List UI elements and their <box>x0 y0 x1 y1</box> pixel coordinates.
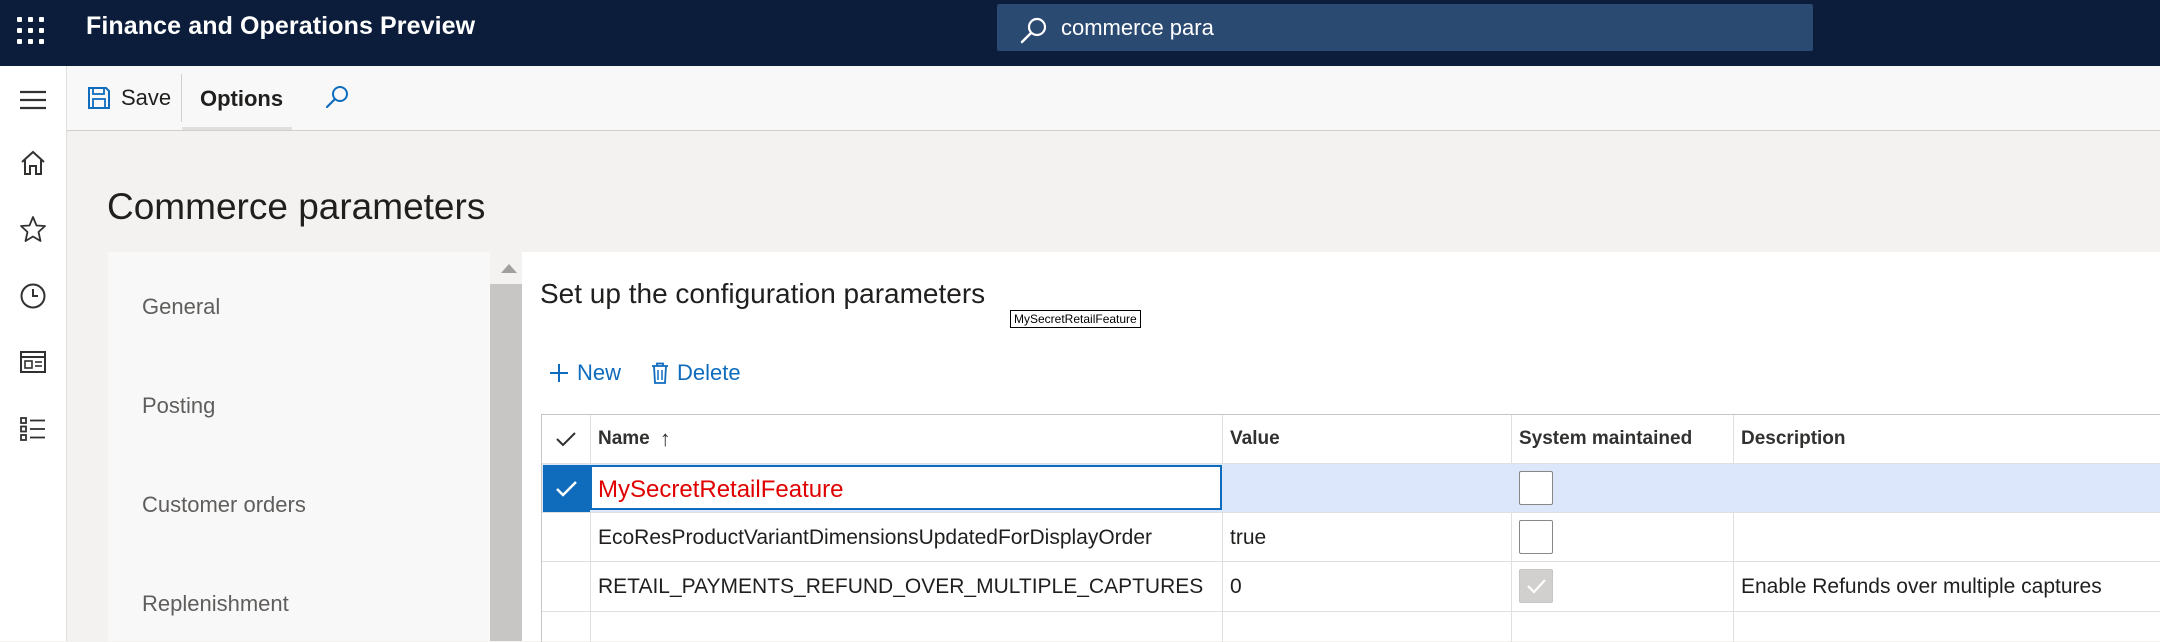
scrollbar[interactable] <box>490 252 522 641</box>
app-title: Finance and Operations Preview <box>86 12 476 40</box>
parameters-grid: Name ↑ Value System maintained Descripti… <box>541 414 2160 642</box>
content-panel: Set up the configuration parameters MySe… <box>522 252 2160 642</box>
value-cell[interactable]: 0 <box>1230 562 1242 611</box>
trash-icon <box>652 362 668 384</box>
sort-ascending-icon: ↑ <box>659 426 671 451</box>
column-header-name[interactable]: Name ↑ <box>598 415 671 463</box>
select-all-checkbox[interactable] <box>542 415 590 463</box>
save-button[interactable]: Save <box>87 82 171 114</box>
column-header-name-label: Name <box>598 428 650 449</box>
options-tab[interactable]: Options <box>200 86 283 112</box>
search-box[interactable]: commerce para <box>997 4 1813 51</box>
tab-list: General Posting Customer orders Replenis… <box>108 252 490 641</box>
row-selector[interactable] <box>542 513 590 562</box>
checkmark-icon <box>1527 579 1546 594</box>
save-label: Save <box>121 85 172 110</box>
system-maintained-checkbox <box>1519 569 1553 603</box>
home-icon[interactable] <box>13 143 53 183</box>
workspace-icon[interactable] <box>13 342 53 382</box>
system-maintained-checkbox[interactable] <box>1519 471 1553 505</box>
tab-customer-orders[interactable]: Customer orders <box>142 492 306 518</box>
search-icon <box>1020 17 1047 44</box>
tab-general[interactable]: General <box>142 294 220 320</box>
page-title: Commerce parameters <box>107 186 486 227</box>
options-underline <box>182 127 292 130</box>
delete-label: Delete <box>677 360 741 385</box>
checkmark-icon <box>556 481 577 497</box>
find-icon[interactable] <box>323 84 351 117</box>
save-icon <box>88 87 110 109</box>
list-icon[interactable] <box>13 409 53 449</box>
system-maintained-checkbox[interactable] <box>1519 520 1553 554</box>
left-nav <box>0 66 67 641</box>
separator <box>181 74 182 122</box>
new-button[interactable]: New <box>549 356 621 390</box>
checkmark-icon <box>556 432 576 447</box>
hamburger-menu-icon[interactable] <box>13 80 53 120</box>
action-pane: Save Options <box>67 66 2160 131</box>
delete-button[interactable]: Delete <box>651 356 741 390</box>
name-cell[interactable]: MySecretRetailFeature <box>598 465 843 514</box>
app-launcher-icon[interactable] <box>14 14 46 46</box>
clock-icon[interactable] <box>13 276 53 316</box>
value-cell[interactable]: true <box>1230 513 1266 562</box>
tab-replenishment[interactable]: Replenishment <box>142 591 289 617</box>
table-row[interactable]: EcoResProductVariantDimensionsUpdatedFor… <box>542 512 2160 562</box>
plus-icon <box>550 364 568 382</box>
tooltip: MySecretRetailFeature <box>1010 310 1141 328</box>
column-header-description[interactable]: Description <box>1741 415 1846 463</box>
column-header-system-maintained[interactable]: System maintained <box>1519 415 1692 463</box>
name-cell[interactable]: EcoResProductVariantDimensionsUpdatedFor… <box>598 513 1152 562</box>
star-icon[interactable] <box>13 209 53 249</box>
table-row[interactable]: MySecretRetailFeature <box>542 463 2160 513</box>
table-row[interactable]: RETAIL_PAYMENTS_REFUND_OVER_MULTIPLE_CAP… <box>542 561 2160 612</box>
name-cell[interactable]: RETAIL_PAYMENTS_REFUND_OVER_MULTIPLE_CAP… <box>598 562 1203 611</box>
name-edit-field[interactable]: MySecretRetailFeature <box>590 465 1222 510</box>
description-cell[interactable]: Enable Refunds over multiple captures <box>1741 562 2102 611</box>
scroll-up-icon[interactable] <box>501 264 517 273</box>
new-label: New <box>577 360 622 385</box>
column-header-value[interactable]: Value <box>1230 415 1280 463</box>
row-selector[interactable] <box>543 465 590 512</box>
row-selector[interactable] <box>542 562 590 611</box>
top-bar: Finance and Operations Preview commerce … <box>0 0 2160 66</box>
section-title: Set up the configuration parameters <box>540 278 986 309</box>
search-input[interactable]: commerce para <box>1061 15 1214 41</box>
tab-posting[interactable]: Posting <box>142 393 215 419</box>
